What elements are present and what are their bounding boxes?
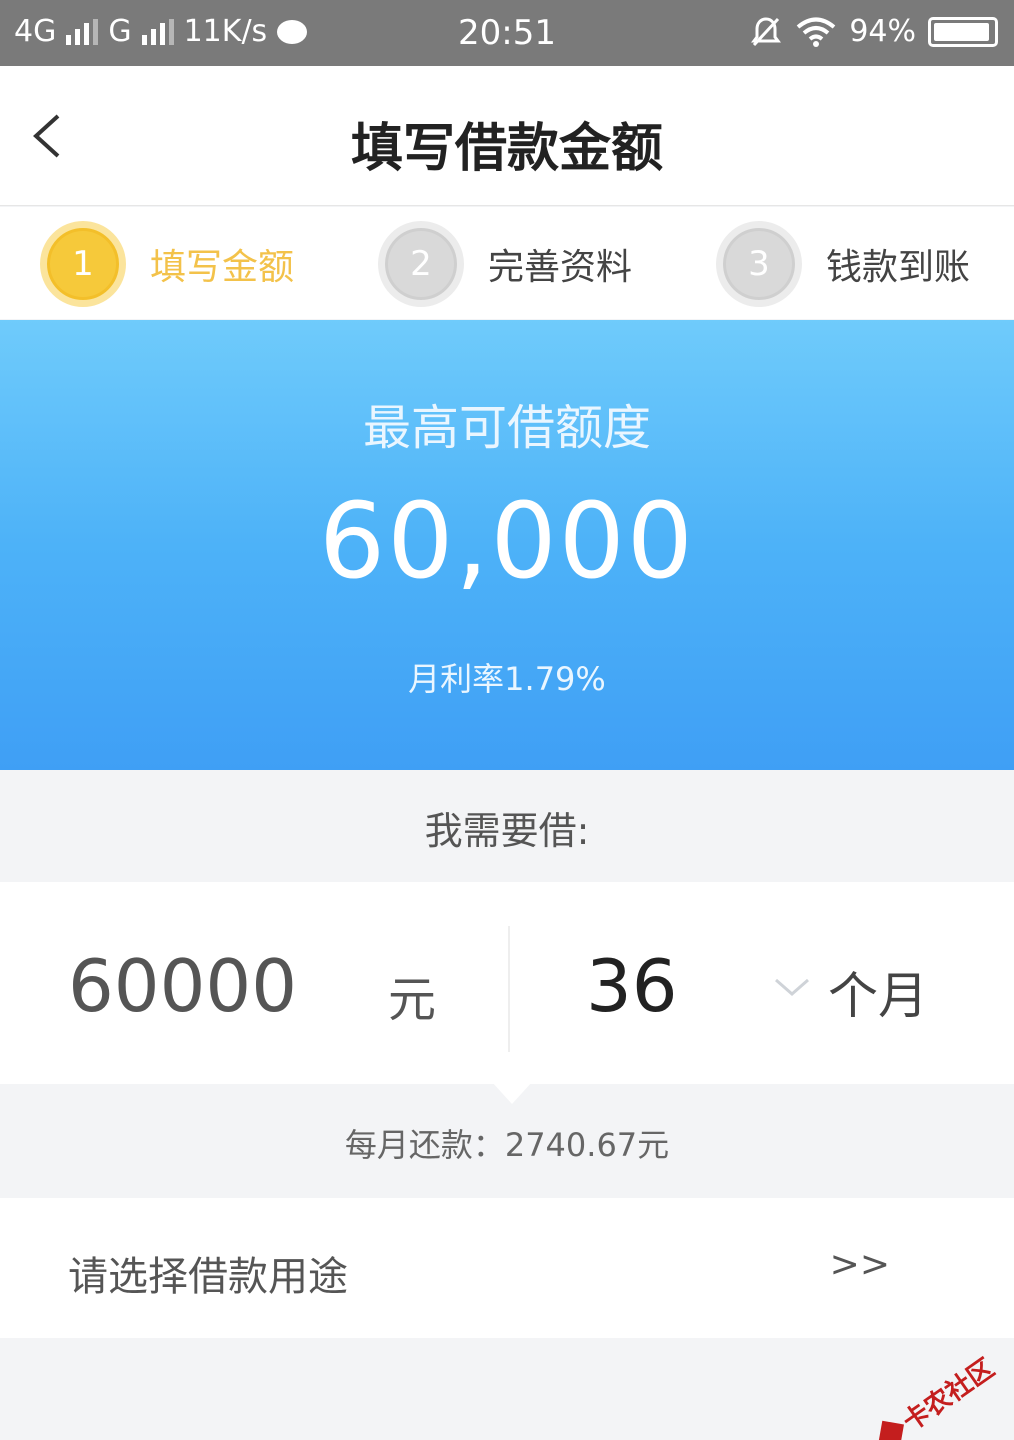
step-label: 钱款到账 — [826, 247, 971, 288]
page-title: 填写借款金额 — [350, 119, 663, 179]
loan-amount-input[interactable]: 60000 — [68, 944, 297, 1028]
step-funds-received: 3 钱款到账 — [716, 221, 970, 307]
tooltip-pointer — [492, 1082, 532, 1104]
watermark-logo-icon — [878, 1420, 904, 1440]
credit-limit-amount: 60,000 — [319, 480, 695, 602]
battery-icon — [928, 16, 998, 47]
step-number-circle: 2 — [378, 221, 464, 307]
wifi-icon — [797, 17, 836, 47]
watermark-text: 卡农社区 — [897, 1353, 1001, 1438]
loan-term-select[interactable]: 36 — [586, 944, 678, 1028]
step-label: 填写金额 — [150, 247, 295, 288]
progress-steps: 1 填写金额 2 完善资料 3 钱款到账 — [0, 207, 1014, 319]
status-right: 94% — [749, 14, 998, 49]
monthly-rate: 月利率1.79% — [408, 660, 606, 698]
borrow-label: 我需要借: — [424, 809, 590, 853]
vertical-divider — [508, 926, 510, 1052]
forward-arrow-icon: >> — [829, 1244, 890, 1285]
monthly-payment: 每月还款：2740.67元 — [344, 1126, 670, 1164]
mute-bell-icon — [751, 16, 782, 46]
credit-limit-title: 最高可借额度 — [362, 400, 651, 456]
loan-purpose-label: 请选择借款用途 — [68, 1254, 348, 1300]
step-number-circle: 1 — [40, 221, 126, 307]
credit-limit-banner: 最高可借额度 60,000 月利率1.79% — [0, 320, 1014, 770]
step-fill-amount: 1 填写金额 — [40, 221, 294, 307]
chevron-down-icon[interactable] — [772, 974, 812, 1000]
battery-percent: 94% — [849, 14, 916, 49]
watermark: 卡农社区 — [871, 1348, 1000, 1440]
step-number-circle: 3 — [716, 221, 802, 307]
loan-purpose-row[interactable]: 请选择借款用途 >> — [0, 1198, 1014, 1338]
app-header: 填写借款金额 — [0, 66, 1014, 206]
loan-amount-unit: 元 — [388, 972, 437, 1028]
loan-input-row: 60000 元 36 个月 — [0, 882, 1014, 1084]
step-label: 完善资料 — [488, 247, 633, 288]
loan-term-unit: 个月 — [828, 967, 928, 1025]
status-bar: 4G G 11K/s 20:51 94% — [0, 0, 1014, 66]
step-complete-info: 2 完善资料 — [378, 221, 632, 307]
